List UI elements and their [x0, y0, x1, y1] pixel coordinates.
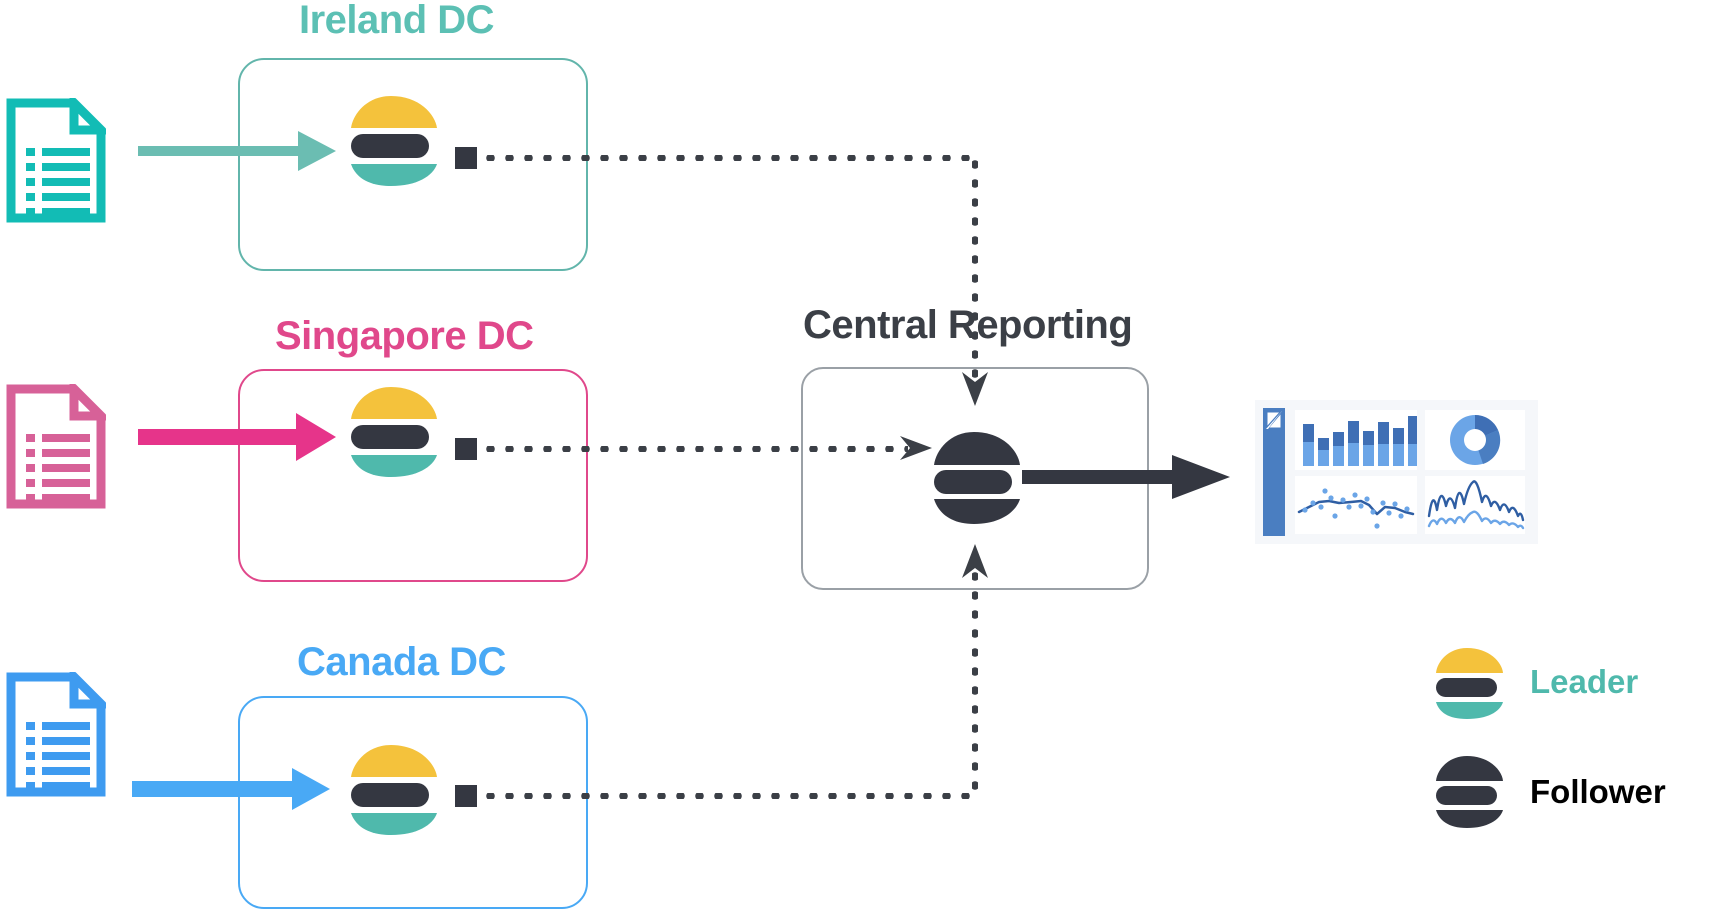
shard-marker-canada	[455, 785, 477, 807]
region-title-ireland: Ireland DC	[299, 0, 495, 42]
document-icon-singapore	[6, 378, 112, 509]
elastic-follower-node-central	[928, 428, 1020, 528]
ingest-arrow-ireland	[138, 125, 338, 177]
area-wave-panel[interactable]	[1425, 476, 1525, 534]
shard-marker-ireland	[455, 147, 477, 169]
document-icon-canada	[6, 666, 112, 797]
legend-label-follower: Follower	[1530, 773, 1666, 810]
ingest-arrow-canada	[132, 766, 332, 812]
replication-arrowhead-canada	[957, 540, 993, 580]
bar-chart-panel[interactable]	[1295, 410, 1419, 470]
replication-link-canada-horizontal	[481, 793, 975, 799]
legend-label-leader: Leader	[1530, 663, 1639, 700]
diagram-canvas: Ireland DC Singapore DC Canada DC Centra…	[0, 0, 1722, 912]
replication-link-ireland-horizontal	[481, 155, 975, 161]
output-arrow-to-dashboard	[1022, 455, 1232, 499]
region-title-central: Central Reporting	[803, 303, 1133, 347]
region-title-canada: Canada DC	[297, 640, 506, 684]
elastic-leader-node-ireland	[345, 90, 437, 190]
kibana-k-logo	[1266, 411, 1282, 429]
legend-leader-icon	[1431, 644, 1503, 722]
legend-follower-icon	[1431, 753, 1503, 831]
donut-chart-panel[interactable]	[1425, 410, 1525, 470]
ingest-arrow-singapore	[138, 411, 338, 463]
elastic-leader-node-singapore	[345, 381, 437, 481]
region-title-singapore: Singapore DC	[275, 314, 534, 358]
replication-link-ireland-vertical	[972, 155, 978, 400]
dashboard-sidebar	[1263, 408, 1285, 536]
scatter-trend-panel[interactable]	[1295, 476, 1417, 534]
elastic-leader-node-canada	[345, 739, 437, 839]
shard-marker-singapore	[455, 438, 477, 460]
kibana-dashboard[interactable]	[1255, 400, 1538, 544]
replication-arrowhead-ireland	[957, 370, 993, 410]
document-icon-ireland	[6, 92, 112, 223]
